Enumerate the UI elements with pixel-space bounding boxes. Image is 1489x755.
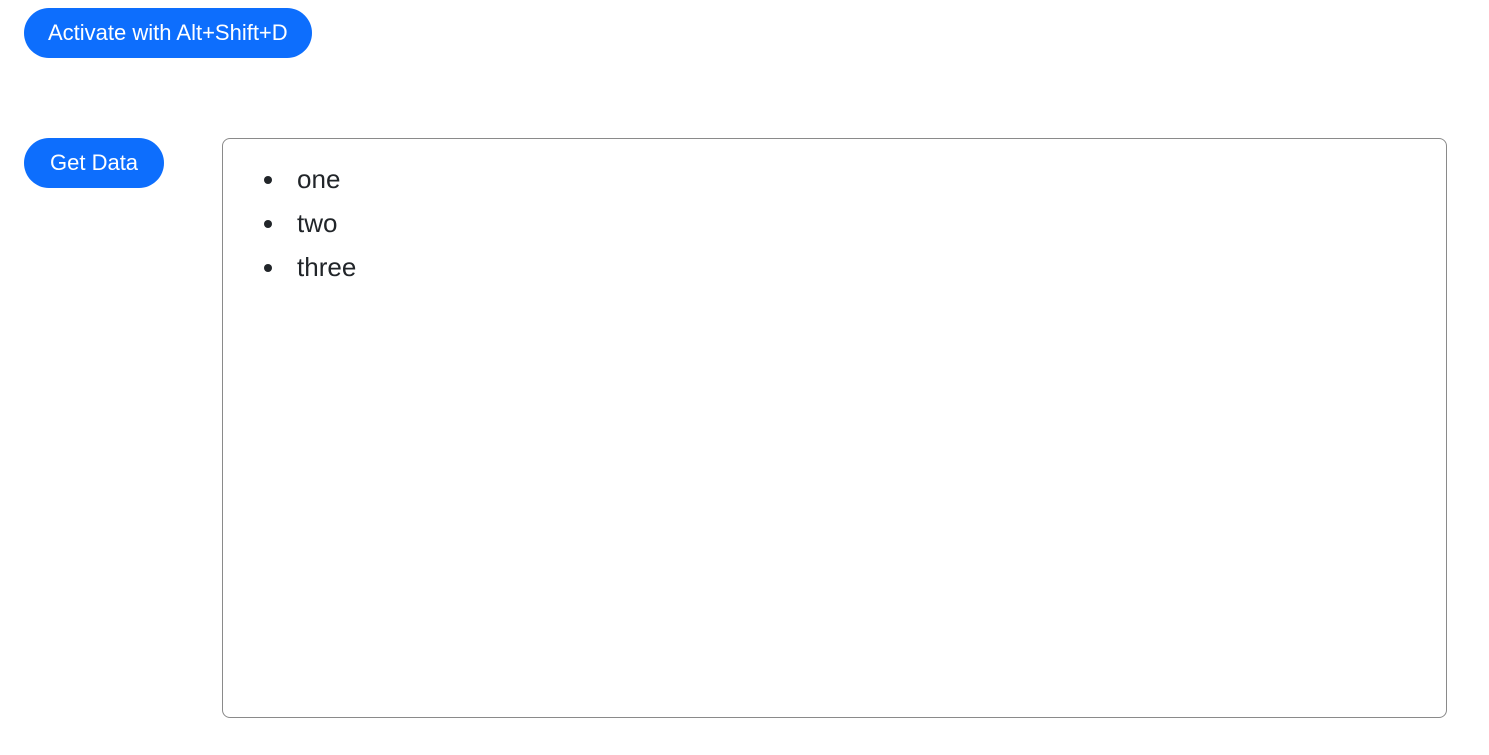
list-item: one xyxy=(287,157,1416,201)
main-row: Get Data one two three xyxy=(24,138,1465,718)
get-data-wrap: Get Data xyxy=(24,138,164,188)
top-button-row: Activate with Alt+Shift+D xyxy=(24,8,1465,58)
results-list: one two three xyxy=(253,157,1416,290)
results-panel: one two three xyxy=(222,138,1447,718)
list-item: three xyxy=(287,245,1416,289)
activate-button[interactable]: Activate with Alt+Shift+D xyxy=(24,8,312,58)
list-item: two xyxy=(287,201,1416,245)
get-data-button[interactable]: Get Data xyxy=(24,138,164,188)
